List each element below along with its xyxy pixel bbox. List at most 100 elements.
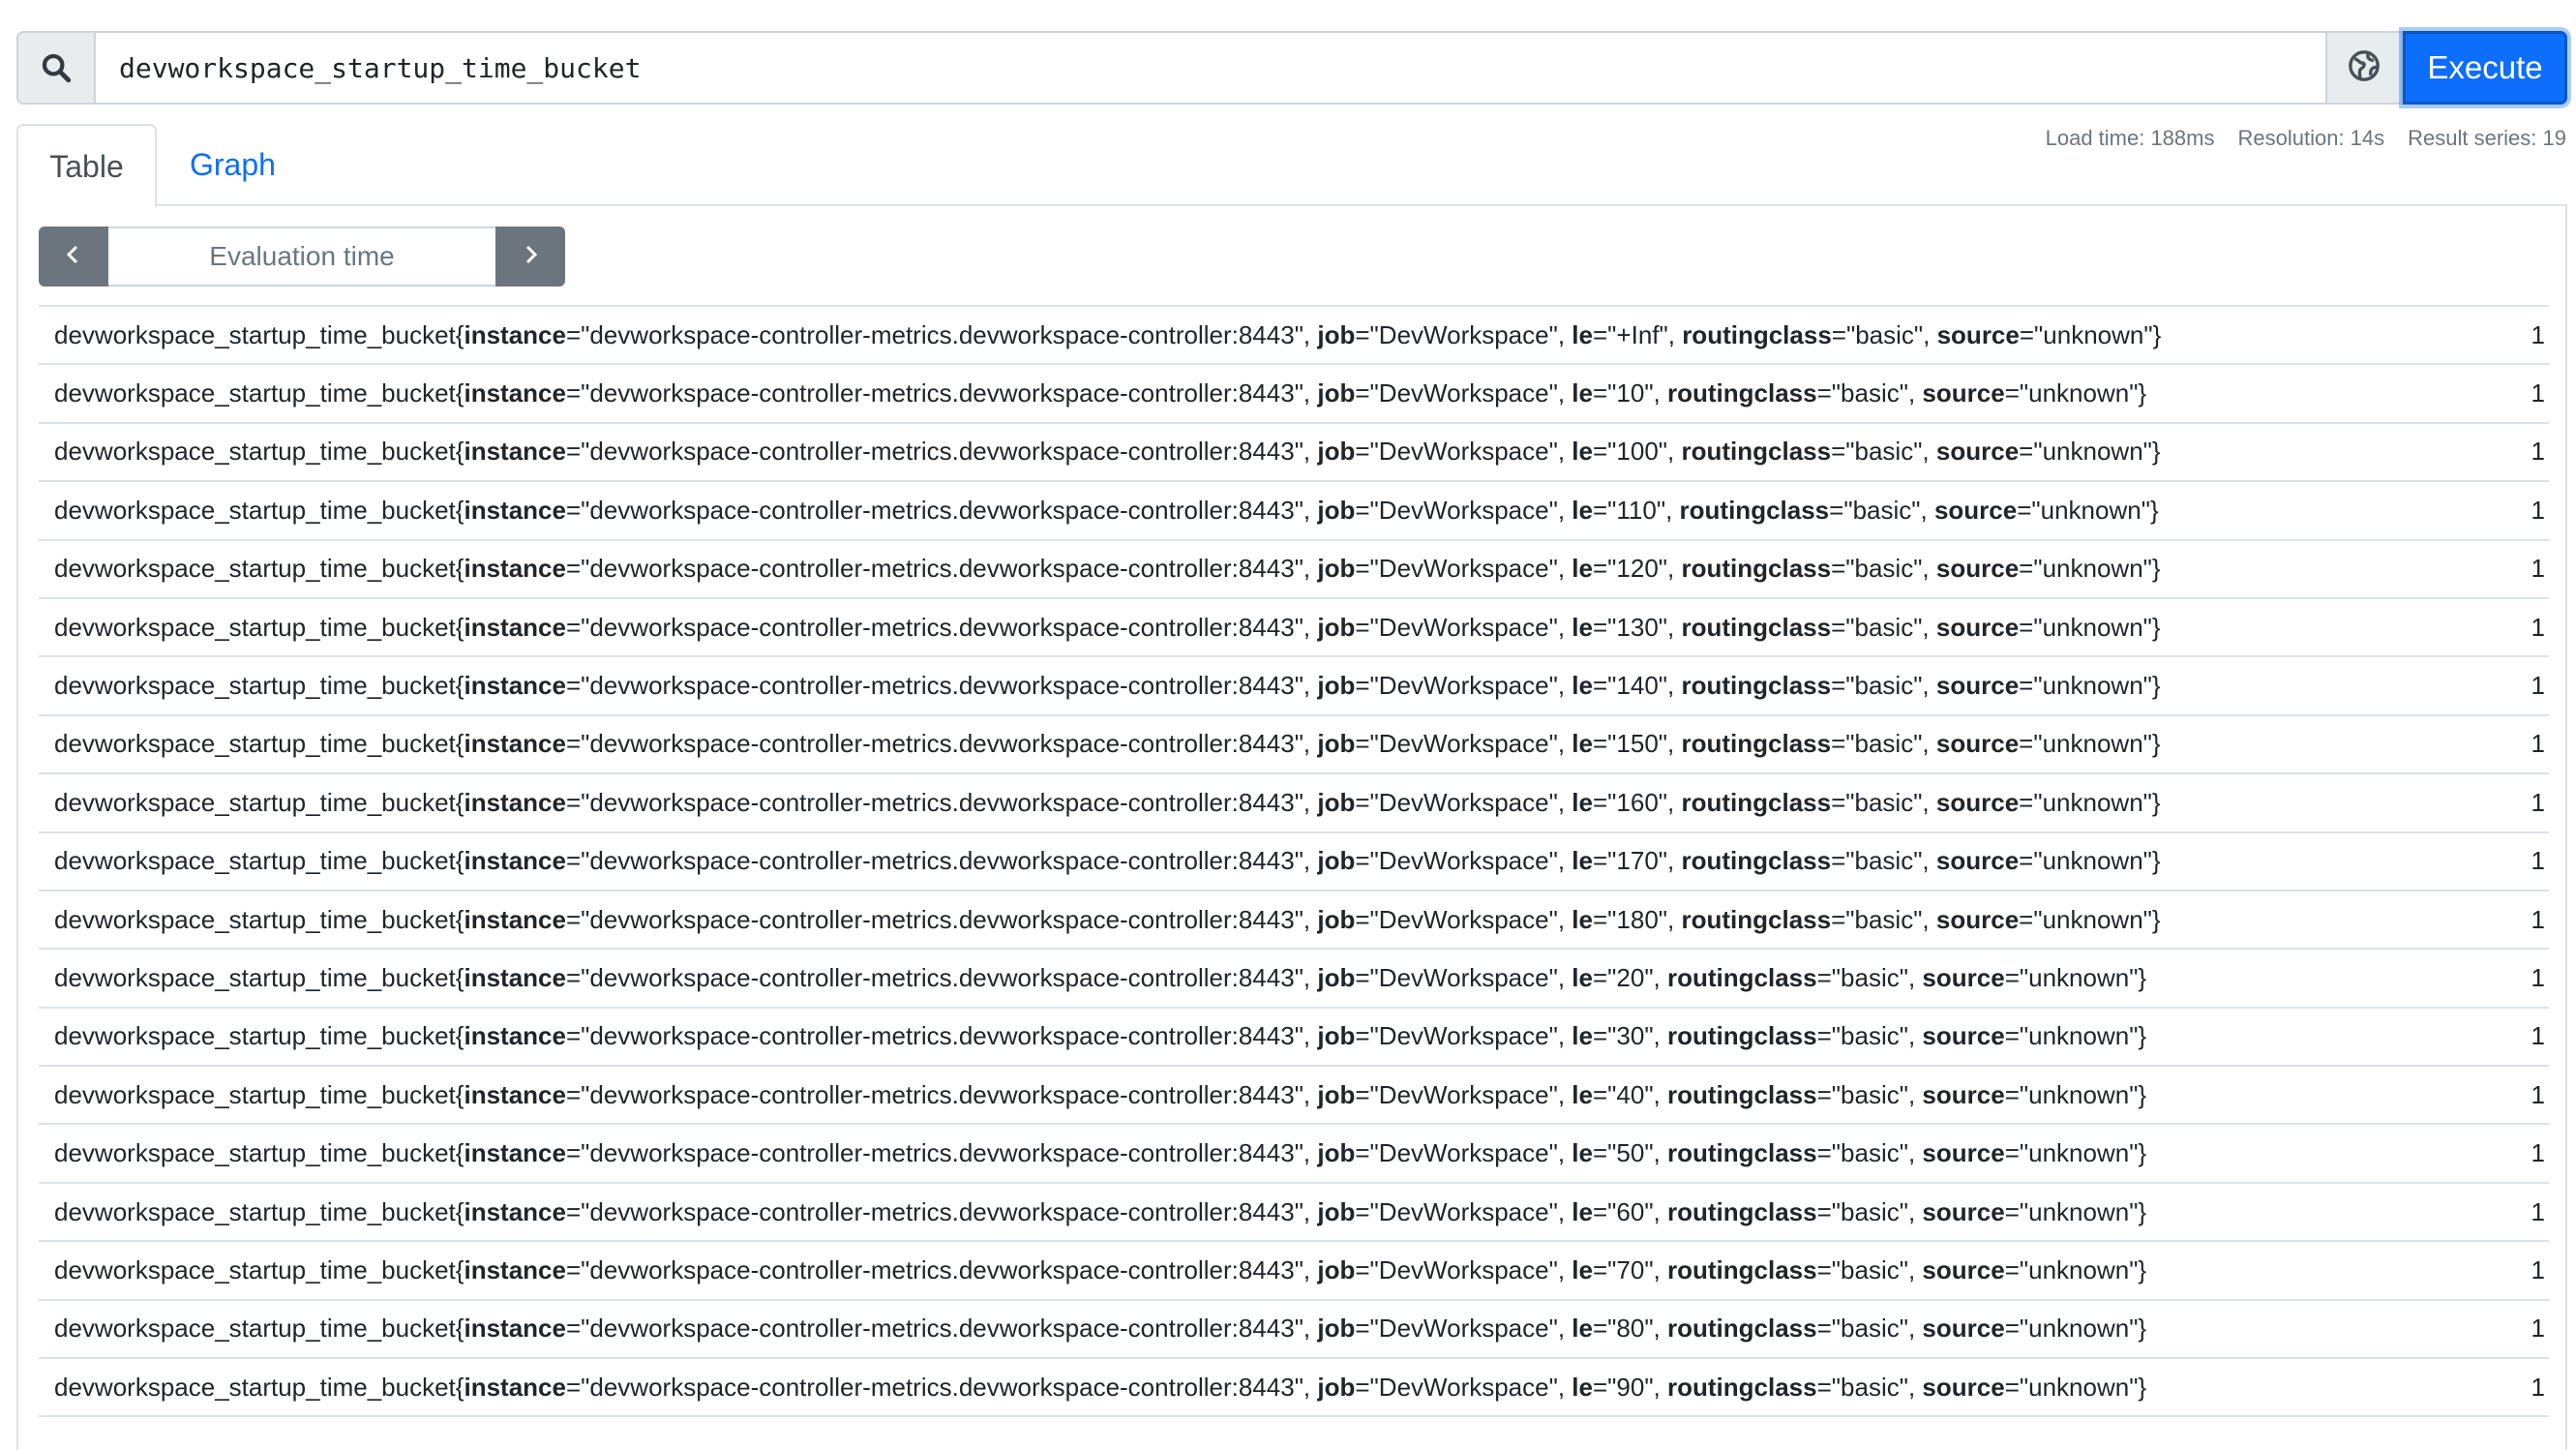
label-value-source: unknown — [2042, 612, 2143, 642]
label-value-job: DevWorkspace — [1378, 495, 1549, 525]
table-row: devworkspace_startup_time_bucket{instanc… — [39, 1357, 2549, 1418]
label-key-instance: instance — [464, 1254, 566, 1284]
series-value: 1 — [2491, 480, 2549, 540]
label-key-le: le — [1572, 846, 1593, 876]
prev-time-button[interactable] — [39, 227, 108, 287]
label-key-job: job — [1317, 962, 1356, 992]
label-key-routingclass: routingclass — [1682, 319, 1832, 349]
label-key-job: job — [1317, 319, 1356, 349]
load-time: Load time: 188ms — [2045, 126, 2215, 150]
label-key-job: job — [1317, 612, 1356, 642]
execute-button[interactable]: Execute — [2403, 31, 2567, 105]
label-key-source: source — [1922, 1021, 2005, 1051]
series-labels: devworkspace_startup_time_bucket{instanc… — [39, 1240, 2491, 1300]
metric-name: devworkspace_startup_time_bucket — [54, 671, 456, 701]
metric-name: devworkspace_startup_time_bucket — [54, 437, 456, 467]
label-value-source: unknown — [2028, 1138, 2130, 1168]
label-value-le: 160 — [1616, 787, 1659, 817]
series-value: 1 — [2491, 948, 2549, 1008]
label-value-instance: devworkspace-controller-metrics.devworks… — [589, 1138, 1295, 1168]
next-time-button[interactable] — [495, 227, 565, 287]
label-value-source: unknown — [2040, 495, 2142, 525]
series-value: 1 — [2491, 1123, 2549, 1183]
label-value-job: DevWorkspace — [1378, 554, 1549, 584]
label-value-le: 10 — [1616, 378, 1645, 408]
tab-table[interactable]: Table — [16, 124, 157, 207]
tab-graph[interactable]: Graph — [157, 124, 309, 205]
series-labels: devworkspace_startup_time_bucket{instanc… — [39, 1123, 2491, 1183]
label-key-le: le — [1572, 1254, 1593, 1284]
label-key-source: source — [1935, 729, 2020, 759]
label-value-instance: devworkspace-controller-metrics.devworks… — [589, 554, 1295, 584]
table-row: devworkspace_startup_time_bucket{instanc… — [39, 1065, 2549, 1125]
label-key-job: job — [1317, 1138, 1356, 1168]
expression-input[interactable]: devworkspace_startup_time_bucket — [96, 31, 2325, 105]
label-key-job: job — [1317, 1021, 1356, 1051]
label-value-source: unknown — [2028, 1372, 2130, 1402]
label-key-instance: instance — [464, 319, 566, 349]
label-key-instance: instance — [464, 437, 566, 467]
label-value-job: DevWorkspace — [1378, 1254, 1549, 1284]
label-key-le: le — [1572, 378, 1593, 408]
series-labels: devworkspace_startup_time_bucket{instanc… — [39, 480, 2491, 540]
label-key-source: source — [1935, 671, 2020, 701]
label-value-routingclass: basic — [1854, 437, 1914, 467]
label-key-job: job — [1317, 846, 1356, 876]
label-value-instance: devworkspace-controller-metrics.devworks… — [589, 846, 1295, 876]
label-value-job: DevWorkspace — [1378, 787, 1549, 817]
label-value-source: unknown — [2042, 904, 2143, 934]
label-value-instance: devworkspace-controller-metrics.devworks… — [589, 962, 1295, 992]
table-row: devworkspace_startup_time_bucket{instanc… — [39, 1006, 2549, 1067]
chevron-right-icon — [519, 243, 542, 271]
label-key-job: job — [1317, 1079, 1356, 1109]
label-key-le: le — [1572, 787, 1593, 817]
label-value-source: unknown — [2028, 1254, 2130, 1284]
label-key-job: job — [1317, 787, 1356, 817]
label-key-source: source — [1935, 554, 2020, 584]
series-labels: devworkspace_startup_time_bucket{instanc… — [39, 304, 2491, 365]
label-key-instance: instance — [464, 904, 566, 934]
label-value-instance: devworkspace-controller-metrics.devworks… — [589, 1021, 1295, 1051]
label-value-source: unknown — [2043, 319, 2144, 349]
label-key-source: source — [1922, 1196, 2005, 1226]
label-value-instance: devworkspace-controller-metrics.devworks… — [589, 787, 1295, 817]
label-key-source: source — [1922, 962, 2005, 992]
label-value-routingclass: basic — [1841, 1138, 1900, 1168]
series-labels: devworkspace_startup_time_bucket{instanc… — [39, 831, 2491, 891]
label-key-source: source — [1936, 319, 2020, 349]
metrics-explorer-button[interactable] — [2325, 31, 2403, 105]
label-key-instance: instance — [464, 729, 566, 759]
series-labels: devworkspace_startup_time_bucket{instanc… — [39, 772, 2491, 832]
label-key-instance: instance — [464, 495, 566, 525]
label-value-le: 90 — [1616, 1372, 1645, 1402]
label-value-le: 70 — [1616, 1254, 1645, 1284]
label-value-job: DevWorkspace — [1378, 1021, 1549, 1051]
label-key-instance: instance — [464, 378, 566, 408]
label-key-job: job — [1317, 1196, 1356, 1226]
label-value-le: 120 — [1616, 554, 1659, 584]
label-key-source: source — [1922, 1314, 2005, 1344]
label-value-routingclass: basic — [1841, 1372, 1900, 1402]
evaluation-time-input[interactable]: Evaluation time — [108, 227, 495, 287]
metric-name: devworkspace_startup_time_bucket — [54, 787, 456, 817]
label-value-job: DevWorkspace — [1378, 612, 1549, 642]
label-value-instance: devworkspace-controller-metrics.devworks… — [589, 437, 1295, 467]
label-key-instance: instance — [464, 554, 566, 584]
label-key-source: source — [1922, 1079, 2005, 1109]
label-value-le: 110 — [1616, 495, 1657, 525]
label-value-source: unknown — [2042, 437, 2143, 467]
label-value-routingclass: basic — [1854, 729, 1914, 759]
result-tabs: Table Graph — [16, 124, 309, 207]
label-key-le: le — [1572, 437, 1593, 467]
label-key-source: source — [1935, 846, 2020, 876]
table-row: devworkspace_startup_time_bucket{instanc… — [39, 713, 2549, 774]
label-value-job: DevWorkspace — [1378, 437, 1549, 467]
metric-name: devworkspace_startup_time_bucket — [54, 1079, 456, 1109]
label-key-job: job — [1317, 1372, 1356, 1402]
label-value-job: DevWorkspace — [1378, 904, 1549, 934]
series-value: 1 — [2491, 889, 2549, 950]
label-value-source: unknown — [2028, 378, 2130, 408]
series-value: 1 — [2491, 1006, 2549, 1067]
label-value-instance: devworkspace-controller-metrics.devworks… — [589, 612, 1295, 642]
series-labels: devworkspace_startup_time_bucket{instanc… — [39, 655, 2491, 715]
